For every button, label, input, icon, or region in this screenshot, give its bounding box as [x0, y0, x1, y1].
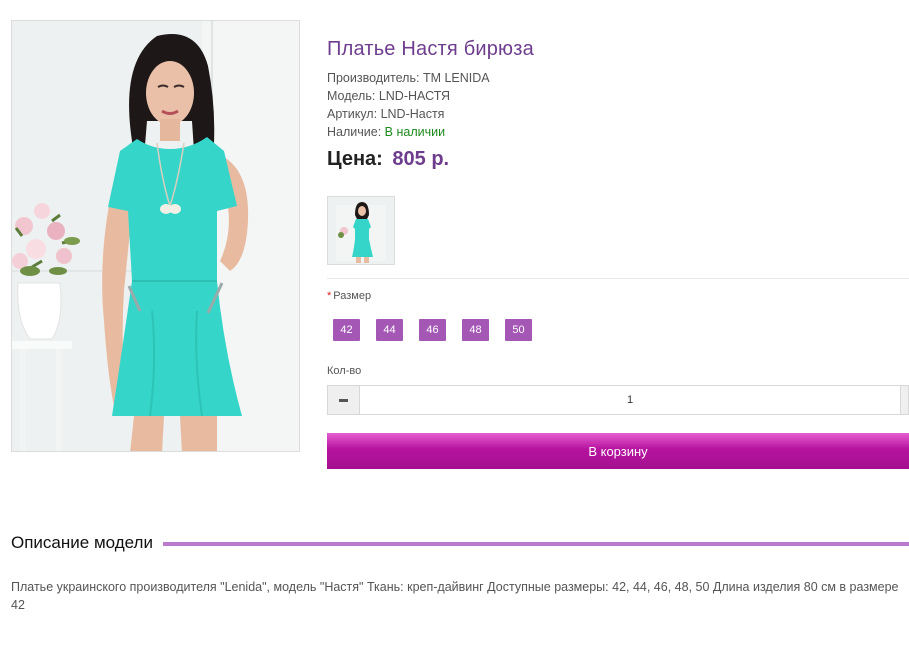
quantity-plus-button[interactable]: [900, 386, 908, 414]
size-option-48[interactable]: 48: [462, 319, 489, 341]
size-option-42[interactable]: 42: [333, 319, 360, 341]
size-option-50[interactable]: 50: [505, 319, 532, 341]
description-divider: [162, 542, 909, 546]
divider: [327, 278, 909, 279]
quantity-label: Кол-во: [327, 365, 362, 377]
description-heading: Описание модели: [11, 533, 153, 552]
required-mark: *: [327, 290, 332, 302]
manufacturer-row: Производитель: ТМ LENIDA: [327, 69, 909, 87]
model-value: LND-НАСТЯ: [378, 89, 451, 103]
size-option-46[interactable]: 46: [419, 319, 446, 341]
size-option-44[interactable]: 44: [376, 319, 403, 341]
price-row: Цена: 805 р.: [327, 148, 909, 171]
quantity-input[interactable]: [360, 386, 900, 414]
product-thumbnail[interactable]: [327, 196, 395, 265]
product-main-image[interactable]: [11, 20, 300, 452]
product-title: Платье Настя бирюза: [327, 38, 534, 60]
add-to-cart-button[interactable]: В корзину: [327, 433, 909, 469]
size-options: 42 44 46 48 50: [333, 319, 548, 341]
size-label: * Размер: [327, 290, 371, 302]
description-header: Описание модели: [11, 533, 909, 553]
quantity-minus-button[interactable]: [328, 386, 360, 414]
sku-label: Артикул:: [327, 107, 378, 121]
manufacturer-label: Производитель:: [327, 71, 420, 85]
model-label: Модель:: [327, 89, 376, 103]
availability-label: Наличие:: [327, 125, 382, 139]
description-text: Платье украинского производителя "Lenida…: [11, 580, 899, 612]
price-label: Цена:: [327, 148, 383, 170]
size-label-text: Размер: [333, 290, 372, 302]
manufacturer-value: ТМ LENIDA: [422, 71, 490, 85]
availability-row: Наличие: В наличии: [327, 123, 909, 141]
sku-value: LND-Настя: [380, 107, 445, 121]
product-info: Платье Настя бирюза Производитель: ТМ LE…: [327, 38, 909, 171]
sku-row: Артикул: LND-Настя: [327, 105, 909, 123]
price-value: 805 р.: [392, 148, 450, 170]
minus-icon: [339, 398, 348, 402]
quantity-stepper: [327, 385, 909, 415]
model-row: Модель: LND-НАСТЯ: [327, 87, 909, 105]
availability-status: В наличии: [384, 125, 446, 139]
product-meta: Производитель: ТМ LENIDA Модель: LND-НАС…: [327, 69, 909, 141]
